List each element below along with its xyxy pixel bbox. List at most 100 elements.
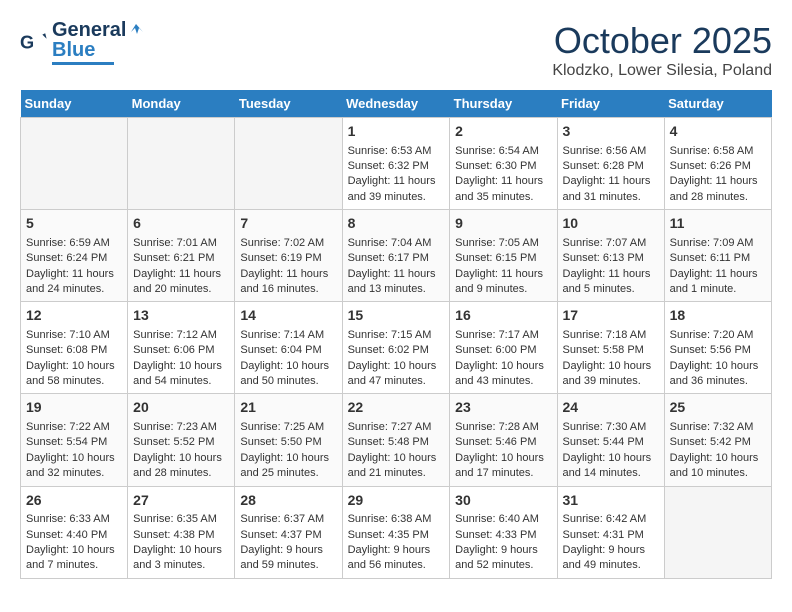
day-info-line: Sunset: 6:08 PM (26, 343, 122, 358)
cell-week2-day6: 18Sunrise: 7:20 AMSunset: 5:56 PMDayligh… (664, 302, 771, 394)
header-wednesday: Wednesday (342, 90, 450, 118)
day-info-line: and 7 minutes. (26, 558, 122, 573)
day-info-line: Sunset: 5:50 PM (240, 435, 336, 450)
day-number: 8 (348, 214, 445, 234)
day-info-line: Daylight: 11 hours (26, 267, 122, 282)
day-info-line: Sunset: 6:11 PM (670, 251, 766, 266)
header-thursday: Thursday (450, 90, 557, 118)
cell-week2-day4: 16Sunrise: 7:17 AMSunset: 6:00 PMDayligh… (450, 302, 557, 394)
day-number: 23 (455, 398, 551, 418)
day-info-line: and 35 minutes. (455, 190, 551, 205)
day-info-line: Sunset: 5:52 PM (133, 435, 229, 450)
day-number: 25 (670, 398, 766, 418)
cell-week3-day4: 23Sunrise: 7:28 AMSunset: 5:46 PMDayligh… (450, 394, 557, 486)
day-info-line: and 39 minutes. (563, 374, 659, 389)
cell-week0-day0 (21, 118, 128, 210)
day-info-line: Daylight: 10 hours (240, 451, 336, 466)
day-info-line: Daylight: 9 hours (455, 543, 551, 558)
day-info-line: Daylight: 11 hours (455, 174, 551, 189)
day-number: 19 (26, 398, 122, 418)
cell-week2-day2: 14Sunrise: 7:14 AMSunset: 6:04 PMDayligh… (235, 302, 342, 394)
day-info-line: and 58 minutes. (26, 374, 122, 389)
day-number: 4 (670, 122, 766, 142)
day-info-line: and 47 minutes. (348, 374, 445, 389)
day-info-line: Sunset: 6:28 PM (563, 159, 659, 174)
day-info-line: Sunrise: 6:37 AM (240, 512, 336, 527)
day-info-line: and 59 minutes. (240, 558, 336, 573)
logo: G General Blue (20, 20, 145, 65)
cell-week3-day5: 24Sunrise: 7:30 AMSunset: 5:44 PMDayligh… (557, 394, 664, 486)
day-number: 2 (455, 122, 551, 142)
day-info-line: and 10 minutes. (670, 466, 766, 481)
day-info-line: Sunset: 4:33 PM (455, 528, 551, 543)
day-info-line: and 54 minutes. (133, 374, 229, 389)
day-info-line: Sunrise: 7:15 AM (348, 328, 445, 343)
day-number: 6 (133, 214, 229, 234)
cell-week0-day4: 2Sunrise: 6:54 AMSunset: 6:30 PMDaylight… (450, 118, 557, 210)
day-info-line: Sunset: 6:13 PM (563, 251, 659, 266)
day-info-line: Sunset: 5:48 PM (348, 435, 445, 450)
cell-week1-day6: 11Sunrise: 7:09 AMSunset: 6:11 PMDayligh… (664, 210, 771, 302)
day-info-line: Daylight: 10 hours (455, 359, 551, 374)
day-info-line: Daylight: 10 hours (133, 359, 229, 374)
day-number: 24 (563, 398, 659, 418)
day-info-line: Sunrise: 6:33 AM (26, 512, 122, 527)
day-info-line: and 25 minutes. (240, 466, 336, 481)
day-info-line: and 56 minutes. (348, 558, 445, 573)
day-number: 31 (563, 491, 659, 511)
day-info-line: Sunrise: 6:40 AM (455, 512, 551, 527)
day-info-line: and 16 minutes. (240, 282, 336, 297)
day-info-line: Sunset: 4:40 PM (26, 528, 122, 543)
cell-week1-day2: 7Sunrise: 7:02 AMSunset: 6:19 PMDaylight… (235, 210, 342, 302)
cell-week4-day3: 29Sunrise: 6:38 AMSunset: 4:35 PMDayligh… (342, 486, 450, 578)
day-info-line: Sunrise: 7:32 AM (670, 420, 766, 435)
day-info-line: Sunrise: 7:25 AM (240, 420, 336, 435)
day-number: 22 (348, 398, 445, 418)
day-info-line: and 43 minutes. (455, 374, 551, 389)
day-info-line: Sunrise: 6:56 AM (563, 144, 659, 159)
cell-week3-day6: 25Sunrise: 7:32 AMSunset: 5:42 PMDayligh… (664, 394, 771, 486)
cell-week4-day1: 27Sunrise: 6:35 AMSunset: 4:38 PMDayligh… (128, 486, 235, 578)
day-info-line: and 39 minutes. (348, 190, 445, 205)
cell-week1-day4: 9Sunrise: 7:05 AMSunset: 6:15 PMDaylight… (450, 210, 557, 302)
cell-week0-day3: 1Sunrise: 6:53 AMSunset: 6:32 PMDaylight… (342, 118, 450, 210)
day-info-line: and 3 minutes. (133, 558, 229, 573)
cell-week4-day5: 31Sunrise: 6:42 AMSunset: 4:31 PMDayligh… (557, 486, 664, 578)
day-info-line: Daylight: 10 hours (455, 451, 551, 466)
day-info-line: and 14 minutes. (563, 466, 659, 481)
day-info-line: Sunset: 6:04 PM (240, 343, 336, 358)
day-info-line: Daylight: 9 hours (240, 543, 336, 558)
day-number: 15 (348, 306, 445, 326)
cell-week3-day1: 20Sunrise: 7:23 AMSunset: 5:52 PMDayligh… (128, 394, 235, 486)
day-info-line: Daylight: 11 hours (240, 267, 336, 282)
day-info-line: Sunrise: 7:22 AM (26, 420, 122, 435)
day-info-line: and 17 minutes. (455, 466, 551, 481)
day-info-line: Daylight: 10 hours (240, 359, 336, 374)
day-info-line: Sunset: 6:21 PM (133, 251, 229, 266)
day-info-line: Sunset: 6:00 PM (455, 343, 551, 358)
day-info-line: Sunrise: 6:58 AM (670, 144, 766, 159)
day-info-line: Sunrise: 7:02 AM (240, 236, 336, 251)
day-number: 7 (240, 214, 336, 234)
day-info-line: Sunset: 6:24 PM (26, 251, 122, 266)
day-info-line: Sunrise: 7:28 AM (455, 420, 551, 435)
day-info-line: Sunrise: 6:54 AM (455, 144, 551, 159)
day-info-line: Daylight: 10 hours (26, 543, 122, 558)
cell-week4-day6 (664, 486, 771, 578)
day-info-line: Sunset: 4:35 PM (348, 528, 445, 543)
day-info-line: Sunrise: 6:42 AM (563, 512, 659, 527)
day-info-line: Sunrise: 7:01 AM (133, 236, 229, 251)
logo-blue: Blue (52, 40, 145, 60)
cell-week3-day0: 19Sunrise: 7:22 AMSunset: 5:54 PMDayligh… (21, 394, 128, 486)
day-info-line: Daylight: 11 hours (563, 174, 659, 189)
day-info-line: Sunrise: 7:09 AM (670, 236, 766, 251)
day-info-line: Sunrise: 7:20 AM (670, 328, 766, 343)
day-info-line: Daylight: 10 hours (670, 451, 766, 466)
day-info-line: and 36 minutes. (670, 374, 766, 389)
cell-week1-day1: 6Sunrise: 7:01 AMSunset: 6:21 PMDaylight… (128, 210, 235, 302)
logo-general: General (52, 19, 126, 41)
cell-week2-day1: 13Sunrise: 7:12 AMSunset: 6:06 PMDayligh… (128, 302, 235, 394)
header-tuesday: Tuesday (235, 90, 342, 118)
day-info-line: Daylight: 11 hours (563, 267, 659, 282)
day-info-line: Sunrise: 7:18 AM (563, 328, 659, 343)
